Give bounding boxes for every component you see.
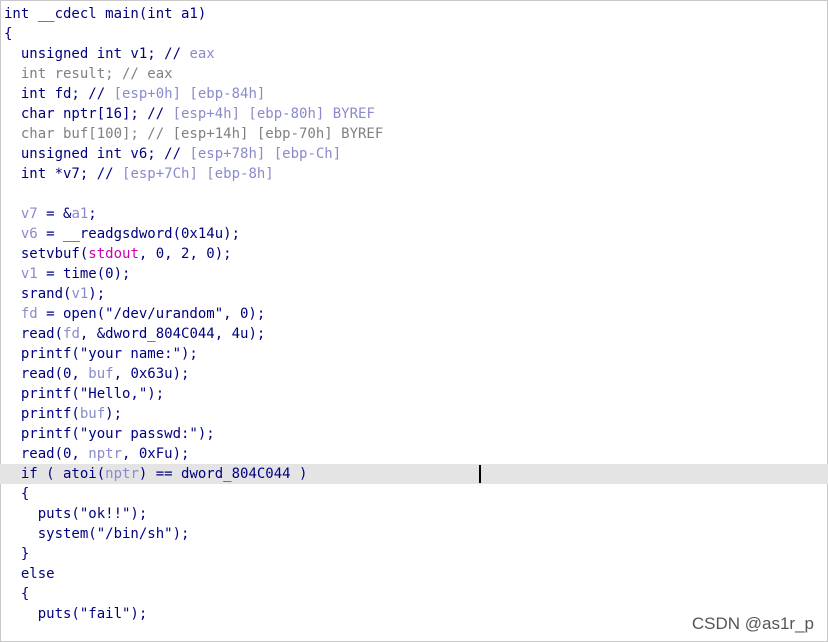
code-token: srand( (4, 286, 72, 302)
code-token: printf("your passwd:"); (4, 426, 215, 442)
code-token: unsigned int v6; // (4, 146, 190, 162)
code-token: char nptr[16]; // (4, 106, 173, 122)
code-token: [esp+4h] [ebp-80h] BYREF (172, 106, 375, 122)
code-line[interactable]: if ( atoi(nptr) == dword_804C044 ) (0, 464, 828, 484)
code-token: fd (63, 326, 80, 342)
code-token: [esp+7Ch] [ebp-8h] (122, 166, 274, 182)
code-token: int fd; // (4, 86, 114, 102)
code-token: , 0x63u); (113, 366, 190, 382)
code-line[interactable]: { (0, 484, 828, 504)
code-line[interactable]: printf(buf); (0, 404, 828, 424)
code-token: , &dword_804C044, 4u); (79, 326, 266, 342)
code-token: , 0, 2, 0); (138, 246, 232, 262)
code-token: v6 (20, 226, 38, 242)
code-token: printf( (4, 406, 80, 422)
code-token: ) == dword_804C044 ) (138, 466, 308, 482)
code-line[interactable]: v1 = time(0); (0, 264, 828, 284)
code-token: = open("/dev/urandom", 0); (37, 306, 266, 322)
code-line[interactable]: } (0, 544, 828, 564)
code-line[interactable]: unsigned int v1; // eax (0, 44, 828, 64)
code-token: { (4, 26, 13, 42)
code-token: v1 (20, 266, 38, 282)
code-token: puts("fail"); (4, 606, 148, 622)
code-line[interactable]: v6 = __readgsdword(0x14u); (0, 224, 828, 244)
code-line[interactable]: char buf[100]; // [esp+14h] [ebp-70h] BY… (0, 124, 828, 144)
code-line[interactable]: { (0, 24, 828, 44)
code-line[interactable]: srand(v1); (0, 284, 828, 304)
code-token: eax (189, 46, 215, 62)
code-line[interactable]: char nptr[16]; // [esp+4h] [ebp-80h] BYR… (0, 104, 828, 124)
code-line[interactable]: system("/bin/sh"); (0, 524, 828, 544)
code-line[interactable]: { (0, 584, 828, 604)
code-line[interactable]: printf("Hello,"); (0, 384, 828, 404)
code-token: printf("Hello,"); (4, 386, 165, 402)
code-line[interactable]: unsigned int v6; // [esp+78h] [ebp-Ch] (0, 144, 828, 164)
code-line[interactable]: puts("ok!!"); (0, 504, 828, 524)
code-token: buf (88, 366, 114, 382)
code-line[interactable]: printf("your passwd:"); (0, 424, 828, 444)
code-token: = & (37, 206, 72, 222)
code-token: fd (20, 306, 38, 322)
watermark: CSDN @as1r_p (691, 614, 814, 633)
code-token: char buf[100]; // [esp+14h] [ebp-70h] BY… (4, 126, 384, 142)
code-token: stdout (88, 246, 139, 262)
code-line[interactable]: setvbuf(stdout, 0, 2, 0); (0, 244, 828, 264)
code-token: ); (88, 286, 106, 302)
code-token: } (4, 546, 30, 562)
code-line[interactable]: v7 = &a1; (0, 204, 828, 224)
code-line[interactable]: fd = open("/dev/urandom", 0); (0, 304, 828, 324)
code-token: nptr (88, 446, 123, 462)
code-token: v7 (20, 206, 38, 222)
code-line[interactable]: int *v7; // [esp+7Ch] [ebp-8h] (0, 164, 828, 184)
code-token: ); (105, 406, 123, 422)
code-token: int *v7; // (4, 166, 123, 182)
code-token: v1 (71, 286, 89, 302)
code-line[interactable]: int fd; // [esp+0h] [ebp-84h] (0, 84, 828, 104)
code-token: { (4, 486, 30, 502)
code-token: printf("your name:"); (4, 346, 198, 362)
code-line[interactable]: read(0, nptr, 0xFu); (0, 444, 828, 464)
code-line[interactable]: int __cdecl main(int a1) (0, 4, 828, 24)
code-token: read(0, (4, 366, 89, 382)
code-token: if ( atoi( (4, 466, 106, 482)
code-token: read( (4, 326, 64, 342)
code-line[interactable]: read(0, buf, 0x63u); (0, 364, 828, 384)
code-token: { (4, 586, 30, 602)
code-token: int __cdecl main(int a1) (4, 6, 207, 22)
code-token: = time(0); (37, 266, 131, 282)
code-line[interactable]: else (0, 564, 828, 584)
code-token: [esp+0h] [ebp-84h] (113, 86, 266, 102)
code-line[interactable] (0, 184, 828, 204)
pseudocode-view[interactable]: int __cdecl main(int a1) { unsigned int v… (0, 4, 828, 624)
code-line[interactable]: printf("your name:"); (0, 344, 828, 364)
code-token: puts("ok!!"); (4, 506, 148, 522)
code-token: system("/bin/sh"); (4, 526, 190, 542)
text-cursor (479, 465, 481, 483)
code-token: = __readgsdword(0x14u); (37, 226, 241, 242)
code-line[interactable]: read(fd, &dword_804C044, 4u); (0, 324, 828, 344)
code-line[interactable]: int result; // eax (0, 64, 828, 84)
code-token: else (4, 566, 55, 582)
code-token: , 0xFu); (122, 446, 190, 462)
code-token: read(0, (4, 446, 89, 462)
code-token: int result; // eax (4, 66, 173, 82)
code-token: nptr (105, 466, 139, 482)
code-token: a1 (71, 206, 89, 222)
code-token: setvbuf( (4, 246, 89, 262)
code-token: unsigned int v1; // (4, 46, 190, 62)
code-token: ; (88, 206, 97, 222)
code-token: [esp+78h] [ebp-Ch] (189, 146, 342, 162)
code-token: buf (79, 406, 106, 422)
